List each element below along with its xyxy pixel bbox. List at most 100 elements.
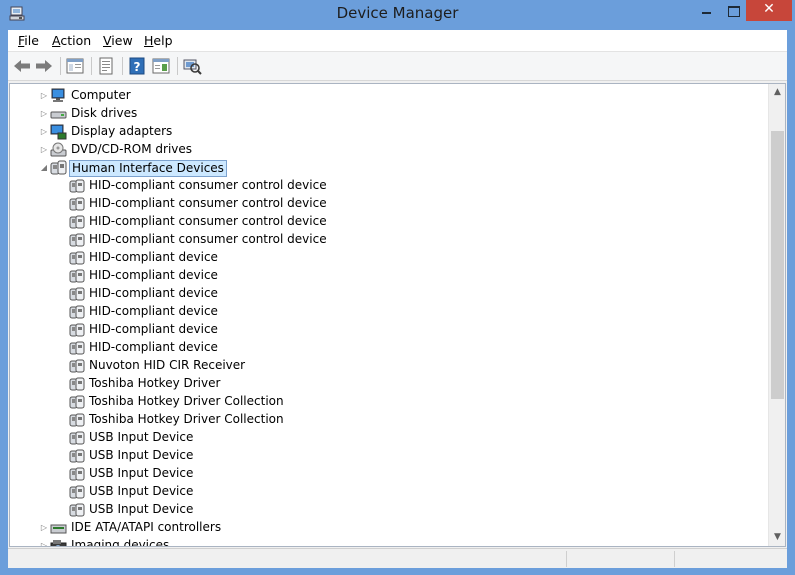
tree-device-item[interactable]: HID-compliant consumer control device — [10, 231, 750, 249]
display-adapter-icon — [50, 124, 67, 140]
hid-device-icon — [69, 395, 85, 409]
tree-device-item[interactable]: USB Input Device — [10, 429, 750, 447]
tree-category-item[interactable]: ▷ Computer — [10, 87, 750, 105]
help-icon[interactable]: ? — [126, 56, 148, 76]
vertical-scrollbar[interactable]: ▲ ▼ — [768, 84, 785, 546]
tree-item-label: Toshiba Hotkey Driver — [89, 376, 221, 390]
tree-item-label: HID-compliant device — [89, 322, 218, 336]
window-title: Device Manager — [336, 4, 459, 22]
expand-arrow-icon[interactable]: ▷ — [39, 541, 49, 546]
hid-device-icon — [69, 359, 85, 373]
maximize-button[interactable] — [720, 0, 746, 21]
tree-item-label: USB Input Device — [89, 502, 194, 516]
scan-hardware-icon[interactable] — [181, 56, 203, 76]
tree-item-label: USB Input Device — [89, 430, 194, 444]
toolbar-separator — [122, 57, 123, 75]
tree-device-item[interactable]: HID-compliant device — [10, 339, 750, 357]
tree-item-label: Computer — [71, 88, 131, 102]
expand-arrow-icon[interactable]: ▷ — [39, 523, 49, 533]
tree-device-item[interactable]: HID-compliant device — [10, 303, 750, 321]
toolbar-separator — [60, 57, 61, 75]
tree-category-item[interactable]: ▷ IDE ATA/ATAPI controllers — [10, 519, 750, 537]
tree-category-item[interactable]: ▷ Imaging devices — [10, 537, 750, 547]
hid-device-icon — [69, 413, 85, 427]
tree-item-label: Imaging devices — [71, 538, 170, 547]
tree-device-item[interactable]: HID-compliant consumer control device — [10, 213, 750, 231]
expand-arrow-icon[interactable]: ▷ — [39, 91, 49, 101]
hid-device-icon — [69, 485, 85, 499]
hid-device-icon — [69, 233, 85, 247]
tree-item-label: HID-compliant consumer control device — [89, 232, 327, 246]
tree-device-item[interactable]: Toshiba Hotkey Driver — [10, 375, 750, 393]
tree-item-label: HID-compliant device — [89, 250, 218, 264]
title-bar[interactable]: Device Manager ✕ — [0, 0, 795, 30]
hid-category-icon — [50, 160, 67, 175]
tree-device-item[interactable]: USB Input Device — [10, 465, 750, 483]
menu-file[interactable]: File — [18, 33, 39, 48]
scroll-up-icon[interactable]: ▲ — [769, 84, 785, 101]
tree-item-label: HID-compliant device — [89, 304, 218, 318]
tree-category-item[interactable]: ▷ Display adapters — [10, 123, 750, 141]
expand-arrow-icon[interactable]: ▷ — [39, 109, 49, 119]
scroll-thumb[interactable] — [771, 131, 784, 399]
tree-device-item[interactable]: USB Input Device — [10, 447, 750, 465]
tree-item-label: DVD/CD-ROM drives — [71, 142, 193, 156]
tree-device-item[interactable]: USB Input Device — [10, 501, 750, 519]
tree-device-item[interactable]: Toshiba Hotkey Driver Collection — [10, 393, 750, 411]
device-manager-window: Device Manager ✕ File Action View Help ?… — [0, 0, 795, 575]
tree-device-item[interactable]: HID-compliant device — [10, 321, 750, 339]
tree-category-item[interactable]: ▷ DVD/CD-ROM drives — [10, 141, 750, 159]
menu-view[interactable]: View — [103, 33, 133, 48]
tree-device-item[interactable]: HID-compliant consumer control device — [10, 177, 750, 195]
tree-device-item[interactable]: HID-compliant device — [10, 249, 750, 267]
device-tree[interactable]: ▷ Computer ▷ Disk drives ▷ Display adapters ▷ D… — [9, 83, 786, 547]
minimize-button[interactable] — [693, 0, 720, 21]
tree-device-item[interactable]: Toshiba Hotkey Driver Collection — [10, 411, 750, 429]
tree-item-label: Human Interface Devices — [69, 160, 227, 177]
forward-arrow-icon[interactable] — [33, 56, 55, 76]
tree-item-label: HID-compliant consumer control device — [89, 178, 327, 192]
tree-item-label: IDE ATA/ATAPI controllers — [71, 520, 222, 534]
hid-device-icon — [69, 323, 85, 337]
tree-item-label: Toshiba Hotkey Driver Collection — [89, 394, 284, 408]
show-hide-console-tree-icon[interactable] — [64, 56, 86, 76]
tree-category-item[interactable]: ◢ Human Interface Devices — [10, 159, 750, 177]
back-arrow-icon[interactable] — [11, 56, 33, 76]
status-pane — [674, 551, 787, 567]
hid-device-icon — [69, 449, 85, 463]
imaging-device-icon — [50, 540, 67, 546]
close-button[interactable]: ✕ — [746, 0, 792, 21]
tree-item-label: USB Input Device — [89, 448, 194, 462]
expand-arrow-icon[interactable]: ▷ — [39, 145, 49, 155]
tree-device-item[interactable]: USB Input Device — [10, 483, 750, 501]
tree-item-label: HID-compliant consumer control device — [89, 214, 327, 228]
tree-category-item[interactable]: ▷ Disk drives — [10, 105, 750, 123]
svg-text:?: ? — [134, 60, 141, 74]
toolbar-separator — [177, 57, 178, 75]
tree-item-label: HID-compliant consumer control device — [89, 196, 327, 210]
expand-arrow-icon[interactable]: ▷ — [39, 127, 49, 137]
tree-device-item[interactable]: Nuvoton HID CIR Receiver — [10, 357, 750, 375]
menu-help[interactable]: Help — [144, 33, 173, 48]
tree-device-item[interactable]: HID-compliant consumer control device — [10, 195, 750, 213]
hid-device-icon — [69, 341, 85, 355]
menu-action[interactable]: Action — [52, 33, 91, 48]
tree-item-label: Display adapters — [71, 124, 173, 138]
properties-icon[interactable] — [95, 56, 117, 76]
tree-item-label: USB Input Device — [89, 466, 194, 480]
hid-device-icon — [69, 215, 85, 229]
tree-item-label: HID-compliant device — [89, 340, 218, 354]
tree-device-item[interactable]: HID-compliant device — [10, 267, 750, 285]
client-area: File Action View Help ? ▷ Computer ▷ Dis… — [8, 30, 787, 568]
action-pane-icon[interactable] — [150, 56, 172, 76]
hid-device-icon — [69, 287, 85, 301]
scroll-down-icon[interactable]: ▼ — [769, 529, 785, 546]
hid-device-icon — [69, 431, 85, 445]
tree-device-item[interactable]: HID-compliant device — [10, 285, 750, 303]
hid-device-icon — [69, 377, 85, 391]
tree-item-label: USB Input Device — [89, 484, 194, 498]
disk-drive-icon — [50, 111, 67, 119]
hid-device-icon — [69, 305, 85, 319]
collapse-arrow-icon[interactable]: ◢ — [39, 163, 49, 173]
tree-item-label: HID-compliant device — [89, 286, 218, 300]
